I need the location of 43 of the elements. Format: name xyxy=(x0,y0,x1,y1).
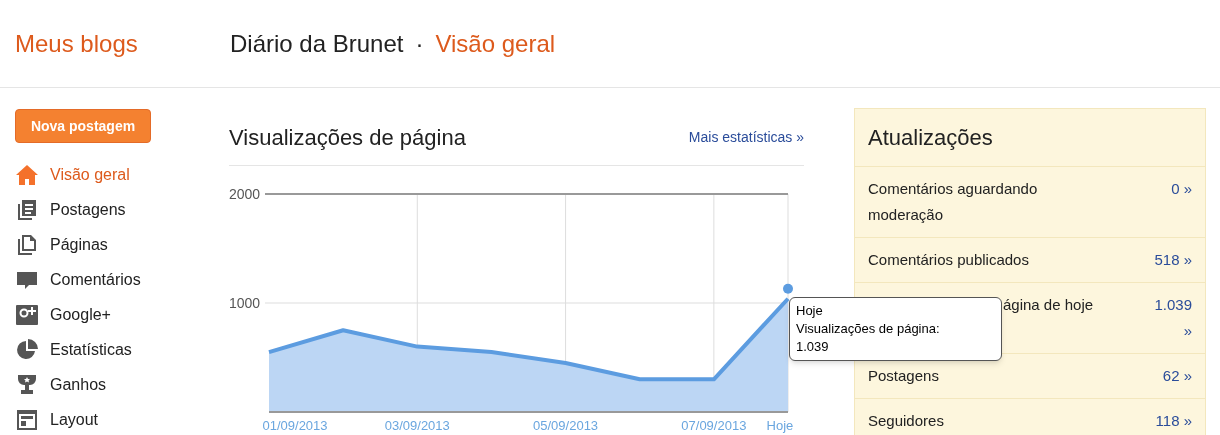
axis-label: 2000 xyxy=(229,185,261,204)
update-count-link[interactable]: 0 » xyxy=(1171,176,1192,202)
blog-title: Diário da Brunet xyxy=(230,28,404,59)
nav-item[interactable]: Ganhos xyxy=(15,367,229,402)
update-count-link[interactable]: 518 » xyxy=(1154,247,1192,273)
layout-icon xyxy=(15,407,39,432)
document-icon xyxy=(15,197,39,222)
pie-chart-icon xyxy=(15,337,39,362)
nav-item[interactable]: Páginas xyxy=(15,227,229,262)
nav-item[interactable]: Comentários xyxy=(15,262,229,297)
nav-item[interactable]: Postagens xyxy=(15,192,229,227)
update-label: ágina de hoje xyxy=(1002,295,1094,315)
panel-title: Atualizações xyxy=(868,124,993,152)
update-label: Comentários publicados xyxy=(868,250,1029,270)
google-plus-icon xyxy=(15,302,39,327)
update-label: Seguidores xyxy=(868,411,944,431)
nav-item[interactable]: Google+ xyxy=(15,297,229,332)
title-separator: · xyxy=(415,28,424,59)
data-point[interactable] xyxy=(783,283,793,294)
axis-label: 01/09/2013 xyxy=(262,417,328,435)
trophy-icon xyxy=(15,372,39,397)
more-stats-link[interactable]: Mais estatísticas » xyxy=(688,127,804,148)
axis-label: 1000 xyxy=(229,294,261,313)
update-count-link[interactable]: 1.039 » xyxy=(1152,292,1192,344)
house-icon xyxy=(15,162,39,187)
page-title: Visão geral xyxy=(435,28,556,59)
pages-icon xyxy=(15,232,39,257)
nav-item[interactable]: Estatísticas xyxy=(15,332,229,367)
tooltip-label: Visualizações de página: xyxy=(796,319,941,338)
brand-link[interactable]: Meus blogs xyxy=(15,25,230,62)
nav-item[interactable]: Visão geral xyxy=(15,157,229,192)
axis-label: 05/09/2013 xyxy=(533,417,599,435)
tooltip-title: Hoje xyxy=(796,301,824,320)
update-count-link[interactable]: 118 » xyxy=(1155,408,1192,434)
nav-item[interactable]: Layout xyxy=(15,402,229,435)
axis-label: 07/09/2013 xyxy=(681,417,747,435)
axis-label: Hoje xyxy=(766,417,794,435)
update-label: Comentários aguardando moderação xyxy=(868,179,1039,225)
tooltip-value: 1.039 xyxy=(796,337,830,356)
axis-label: 03/09/2013 xyxy=(384,417,450,435)
update-count-link[interactable]: 62 » xyxy=(1162,363,1192,389)
section-title: Visualizações de página xyxy=(229,124,466,152)
update-label: Postagens xyxy=(868,366,939,386)
